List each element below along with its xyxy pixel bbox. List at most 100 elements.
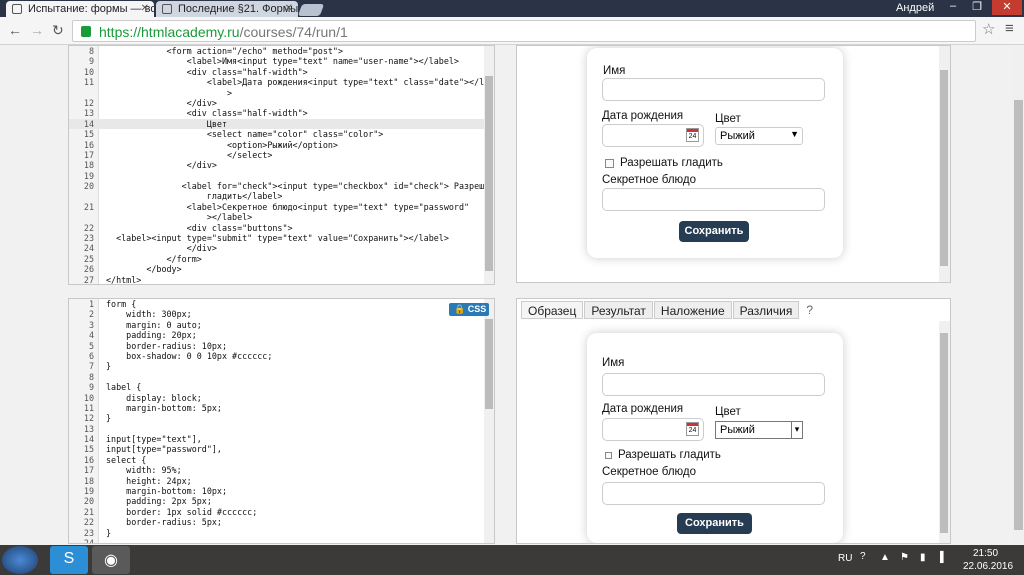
help-button[interactable]: ? — [800, 301, 819, 319]
window-close-icon[interactable]: ✕ — [992, 0, 1022, 15]
clock-time[interactable]: 21:50 — [973, 548, 998, 559]
windows-start-icon[interactable] — [2, 546, 38, 574]
allow-ironing-checkbox[interactable] — [605, 159, 614, 168]
back-icon[interactable]: ← — [8, 22, 22, 38]
code-line[interactable]: 25 </form> — [69, 254, 494, 264]
code-line[interactable]: гладить</label> — [69, 191, 494, 201]
code-line[interactable]: 17 </select> — [69, 150, 494, 160]
code-line[interactable]: 3 margin: 0 auto; — [69, 320, 494, 330]
tab-overlay[interactable]: Наложение — [653, 301, 732, 319]
save-button[interactable]: Сохранить — [677, 513, 752, 534]
volume-icon[interactable]: ▮ — [920, 552, 926, 563]
calendar-icon[interactable]: 24 — [686, 128, 699, 142]
user-name[interactable]: Андрей — [896, 2, 934, 14]
code-line[interactable]: 27 </html> — [69, 275, 494, 284]
code-line[interactable]: 20 <label for="check"><input type="check… — [69, 181, 494, 191]
code-line[interactable]: 4 padding: 20px; — [69, 330, 494, 340]
page-scrollbar[interactable] — [1012, 45, 1024, 545]
code-line[interactable]: 18 </div> — [69, 160, 494, 170]
code-line[interactable]: 23 <label><input type="submit" type="tex… — [69, 233, 494, 243]
html-editor[interactable]: 8 <form action="/echo" method="post"> 9 <… — [68, 45, 495, 285]
allow-ironing-checkbox[interactable] — [605, 452, 612, 459]
code-line[interactable]: 14 Цвет — [69, 118, 494, 130]
code-line[interactable]: 22 <div class="buttons"> — [69, 223, 494, 233]
code-line[interactable]: 13 — [69, 424, 494, 434]
code-line[interactable]: 22 border-radius: 5px; — [69, 517, 494, 527]
editor-scrollbar[interactable] — [484, 299, 494, 543]
code-line[interactable]: 20 padding: 2px 5px; — [69, 496, 494, 506]
language-indicator[interactable]: RU — [838, 553, 852, 564]
code-line[interactable]: 8 <form action="/echo" method="post"> — [69, 46, 494, 56]
minimize-icon[interactable]: – — [942, 0, 964, 15]
url-field[interactable]: https://htmlacademy.ru/courses/74/run/1 — [72, 20, 976, 42]
code-line[interactable]: 7} — [69, 361, 494, 371]
close-icon[interactable]: ✕ — [141, 3, 149, 14]
code-line[interactable]: 26 </body> — [69, 264, 494, 274]
code-line[interactable]: 6 box-shadow: 0 0 10px #cccccc; — [69, 351, 494, 361]
clock-date[interactable]: 22.06.2016 — [963, 561, 1013, 572]
new-tab-button[interactable] — [297, 4, 325, 16]
css-code[interactable]: 1 form {2 width: 300px; 3 margin: 0 auto; 4… — [69, 299, 494, 543]
bookmark-star-icon[interactable]: ☆ — [982, 20, 995, 38]
code-line[interactable]: 16 <option>Рыжий</option> — [69, 140, 494, 150]
secret-input[interactable] — [602, 482, 825, 505]
code-line[interactable]: 13 <div class="half-width"> — [69, 108, 494, 118]
code-line[interactable]: 15 <select name="color" class="color"> — [69, 129, 494, 139]
code-line[interactable]: 10 <div class="half-width"> — [69, 67, 494, 77]
network-icon[interactable]: ▲ — [880, 552, 890, 563]
code-line[interactable]: 14 input[type="text"], — [69, 434, 494, 444]
color-select[interactable]: Рыжий ▾ — [715, 421, 803, 439]
code-line[interactable]: 16 select { — [69, 455, 494, 465]
code-line[interactable]: 1 form { — [69, 299, 494, 309]
code-line[interactable]: 23} — [69, 528, 494, 538]
secret-input[interactable] — [602, 188, 825, 211]
editor-scrollbar[interactable] — [484, 46, 494, 284]
code-line[interactable]: 24 — [69, 538, 494, 543]
code-line[interactable]: 9 <label>Имя<input type="text" name="use… — [69, 56, 494, 66]
code-line[interactable]: 12 </div> — [69, 98, 494, 108]
css-editor[interactable]: 1 form {2 width: 300px; 3 margin: 0 auto; 4… — [68, 298, 495, 544]
name-input[interactable] — [602, 78, 825, 101]
maximize-icon[interactable]: ❐ — [966, 0, 988, 15]
browser-tab[interactable]: Последние §21. Формы и ✕ — [156, 1, 298, 17]
code-line[interactable]: 10 display: block; — [69, 393, 494, 403]
code-line[interactable]: 19 — [69, 171, 494, 181]
reload-icon[interactable]: ↻ — [52, 22, 64, 39]
code-line[interactable]: 11 margin-bottom: 5px; — [69, 403, 494, 413]
code-line[interactable]: 21 <label>Секретное блюдо<input type="te… — [69, 202, 494, 212]
code-line[interactable]: 9 label { — [69, 382, 494, 392]
code-line[interactable]: 17 width: 95%; — [69, 465, 494, 475]
code-line[interactable]: > — [69, 88, 494, 98]
code-line[interactable]: 2 width: 300px; — [69, 309, 494, 319]
tab-result[interactable]: Результат — [584, 301, 653, 319]
save-button[interactable]: Сохранить — [679, 221, 749, 242]
code-line[interactable]: 24 </div> — [69, 243, 494, 253]
name-input[interactable] — [602, 373, 825, 396]
code-line[interactable]: 19 margin-bottom: 10px; — [69, 486, 494, 496]
code-line[interactable]: 18 height: 24px; — [69, 476, 494, 486]
tab-sample[interactable]: Образец — [521, 301, 584, 319]
tab-diff[interactable]: Различия — [732, 301, 800, 319]
preview-scrollbar[interactable] — [939, 321, 950, 543]
code-line[interactable]: ></label> — [69, 212, 494, 222]
date-input[interactable]: 24 — [602, 418, 704, 441]
help-icon[interactable]: ? — [860, 551, 866, 562]
skype-icon[interactable]: S — [50, 546, 88, 574]
code-line[interactable]: 12} — [69, 413, 494, 423]
code-line[interactable]: 15 input[type="password"], — [69, 444, 494, 454]
html-code[interactable]: 8 <form action="/echo" method="post"> 9 <… — [69, 46, 494, 284]
code-line[interactable]: 21 border: 1px solid #cccccc; — [69, 507, 494, 517]
calendar-icon[interactable]: 24 — [686, 422, 699, 436]
signal-icon[interactable]: ▌ — [940, 552, 947, 563]
date-input[interactable]: 24 — [602, 124, 704, 147]
browser-tab-active[interactable]: Испытание: формы — во ✕ — [6, 1, 154, 17]
code-line[interactable]: 11 <label>Дата рождения<input type="text… — [69, 77, 494, 87]
code-line[interactable]: 8 — [69, 372, 494, 382]
forward-icon[interactable]: → — [30, 22, 44, 38]
close-icon[interactable]: ✕ — [285, 3, 293, 14]
flag-icon[interactable]: ⚑ — [900, 552, 909, 563]
preview-scrollbar[interactable] — [939, 46, 950, 282]
menu-icon[interactable]: ≡ — [1005, 20, 1014, 37]
code-line[interactable]: 5 border-radius: 10px; — [69, 341, 494, 351]
chrome-icon[interactable]: ◉ — [92, 546, 130, 574]
